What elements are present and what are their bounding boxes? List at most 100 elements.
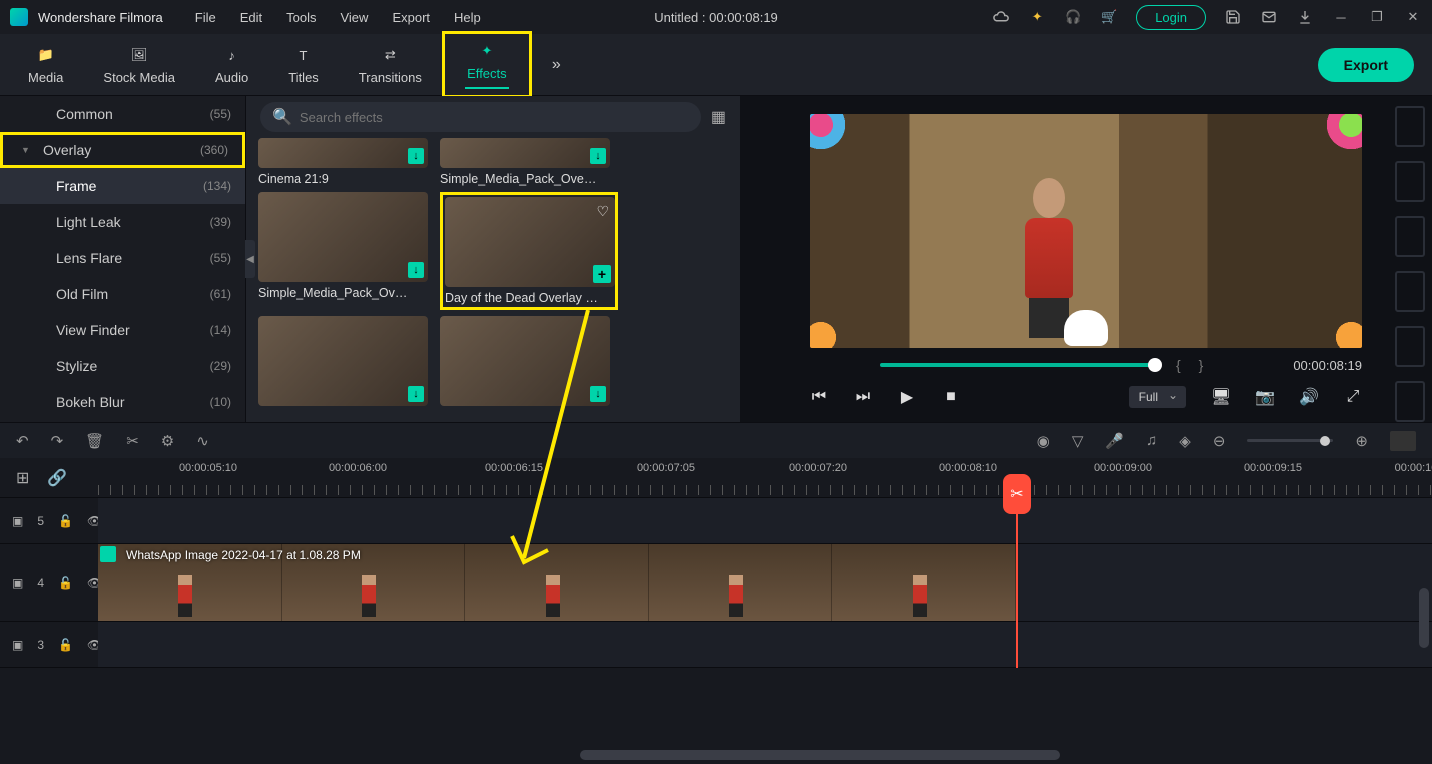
add-track-icon[interactable]: ⊞	[16, 468, 29, 488]
playhead-scissors-icon[interactable]: ✂	[1003, 474, 1031, 514]
snapshot-icon[interactable]: 📷	[1256, 388, 1274, 406]
effect-thumb[interactable]: ↓	[440, 316, 610, 406]
tab-stock[interactable]: 🖼Stock Media	[83, 31, 195, 98]
tool-slot[interactable]	[1395, 271, 1425, 312]
favorite-icon[interactable]: ♡	[596, 203, 609, 220]
playhead[interactable]: ✂	[1016, 498, 1018, 668]
maximize-icon[interactable]: ❐	[1368, 8, 1386, 26]
effect-thumb[interactable]: ↓	[258, 316, 428, 406]
effect-thumb[interactable]: ↓Simple_Media_Pack_Ov…	[258, 192, 428, 310]
cart-icon[interactable]: 🛒	[1100, 8, 1118, 26]
track-toggle-icon[interactable]: ▣	[12, 638, 23, 652]
menu-export[interactable]: Export	[380, 10, 442, 25]
effect-thumb[interactable]: ↓Cinema 21:9	[258, 138, 428, 186]
close-icon[interactable]: ✕	[1404, 8, 1422, 26]
zoom-in-icon[interactable]: ⊕	[1355, 432, 1368, 450]
video-clip[interactable]: WhatsApp Image 2022-04-17 at 1.08.28 PM …	[98, 544, 1016, 621]
delete-icon[interactable]: 🗑	[85, 432, 104, 450]
vertical-scrollbar[interactable]	[1419, 588, 1429, 648]
keyframe-icon[interactable]: ◈	[1179, 432, 1191, 450]
track-number: 4	[37, 576, 44, 590]
category-overlay[interactable]: Overlay(360)	[0, 132, 245, 168]
undo-icon[interactable]: ↶	[16, 432, 29, 450]
tool-slot[interactable]	[1395, 326, 1425, 367]
tool-slot[interactable]	[1395, 381, 1425, 422]
category-common[interactable]: Common(55)	[0, 96, 245, 132]
lock-icon[interactable]: 🔓	[58, 576, 73, 590]
download-effect-icon[interactable]: ↓	[408, 148, 424, 164]
download-effect-icon[interactable]: ↓	[590, 386, 606, 402]
timeline-view-icon[interactable]	[1390, 431, 1416, 451]
download-effect-icon[interactable]: ↓	[590, 148, 606, 164]
video-preview[interactable]	[810, 114, 1362, 348]
cloud-icon[interactable]	[992, 8, 1010, 26]
more-tabs-icon[interactable]: »	[552, 56, 561, 74]
zoom-slider[interactable]	[1247, 439, 1333, 442]
search-effects-box[interactable]: 🔍	[260, 102, 701, 132]
fullscreen-icon[interactable]: ⤢	[1344, 388, 1362, 406]
category-view-finder[interactable]: View Finder(14)	[0, 312, 245, 348]
track-toggle-icon[interactable]: ▣	[12, 576, 23, 590]
effect-thumb[interactable]: ↓Simple_Media_Pack_Ove…	[440, 138, 610, 186]
document-title: Untitled : 00:00:08:19	[654, 10, 778, 25]
effect-thumb[interactable]: ♡+Day of the Dead Overlay …	[440, 192, 618, 310]
mail-icon[interactable]	[1260, 8, 1278, 26]
adjust-icon[interactable]: ⚙	[161, 432, 174, 450]
save-icon[interactable]	[1224, 8, 1242, 26]
display-icon[interactable]: 🖥	[1212, 388, 1230, 406]
step-icon[interactable]: ⏭	[854, 388, 872, 406]
zoom-out-icon[interactable]: ⊖	[1213, 432, 1226, 450]
export-button[interactable]: Export	[1318, 48, 1414, 82]
idea-icon[interactable]: ✦	[1028, 8, 1046, 26]
music-icon[interactable]: ♫	[1146, 432, 1157, 449]
redo-icon[interactable]: ↷	[51, 432, 64, 450]
tool-slot[interactable]	[1395, 106, 1425, 147]
download-icon[interactable]	[1296, 8, 1314, 26]
lock-icon[interactable]: 🔓	[58, 638, 73, 652]
marker-icon[interactable]: ▽	[1072, 432, 1084, 450]
lock-icon[interactable]: 🔓	[58, 514, 73, 528]
search-input[interactable]	[300, 110, 689, 125]
category-stylize[interactable]: Stylize(29)	[0, 348, 245, 384]
category-frame[interactable]: Frame(134)	[0, 168, 245, 204]
track-toggle-icon[interactable]: ▣	[12, 514, 23, 528]
category-lens-flare[interactable]: Lens Flare(55)	[0, 240, 245, 276]
minimize-icon[interactable]: ─	[1332, 8, 1350, 26]
tool-slot[interactable]	[1395, 161, 1425, 202]
menu-help[interactable]: Help	[442, 10, 493, 25]
headset-icon[interactable]: 🎧	[1064, 8, 1082, 26]
add-effect-icon[interactable]: +	[593, 265, 611, 283]
voiceover-icon[interactable]: 🎤	[1105, 432, 1124, 450]
tab-effects[interactable]: ✦Effects	[442, 31, 532, 98]
category-light-leak[interactable]: Light Leak(39)	[0, 204, 245, 240]
grid-view-icon[interactable]: ▦	[711, 107, 726, 127]
cut-icon[interactable]: ✂	[126, 432, 139, 450]
login-button[interactable]: Login	[1136, 5, 1206, 30]
resolution-select[interactable]: Full	[1129, 386, 1186, 408]
tool-slot[interactable]	[1395, 216, 1425, 257]
timeline-ruler[interactable]: ⊞ 🔗 00:00:05:1000:00:06:0000:00:06:1500:…	[0, 458, 1432, 498]
menu-edit[interactable]: Edit	[228, 10, 274, 25]
download-effect-icon[interactable]: ↓	[408, 262, 424, 278]
tab-media[interactable]: 📁Media	[8, 31, 83, 98]
audio-wave-icon[interactable]: ∿	[196, 432, 209, 450]
menu-file[interactable]: File	[183, 10, 228, 25]
track-5: ▣5🔓👁	[0, 498, 1432, 544]
play-icon[interactable]: ▶	[898, 388, 916, 406]
tab-transitions[interactable]: ⇄Transitions	[339, 31, 442, 98]
horizontal-scrollbar[interactable]	[580, 750, 1060, 760]
download-effect-icon[interactable]: ↓	[408, 386, 424, 402]
category-bokeh-blur[interactable]: Bokeh Blur(10)	[0, 384, 245, 420]
prev-frame-icon[interactable]: ⏮	[810, 388, 828, 406]
menu-tools[interactable]: Tools	[274, 10, 328, 25]
render-icon[interactable]: ◉	[1037, 432, 1050, 450]
link-icon[interactable]: 🔗	[47, 468, 67, 488]
tab-audio[interactable]: ♪Audio	[195, 31, 268, 98]
category-old-film[interactable]: Old Film(61)	[0, 276, 245, 312]
volume-icon[interactable]: 🔊	[1300, 388, 1318, 406]
tab-titles[interactable]: TTitles	[268, 31, 339, 98]
stop-icon[interactable]: ■	[942, 388, 960, 406]
seek-bar[interactable]: {}	[880, 356, 1213, 374]
menu-view[interactable]: View	[328, 10, 380, 25]
app-logo-icon	[10, 8, 28, 26]
